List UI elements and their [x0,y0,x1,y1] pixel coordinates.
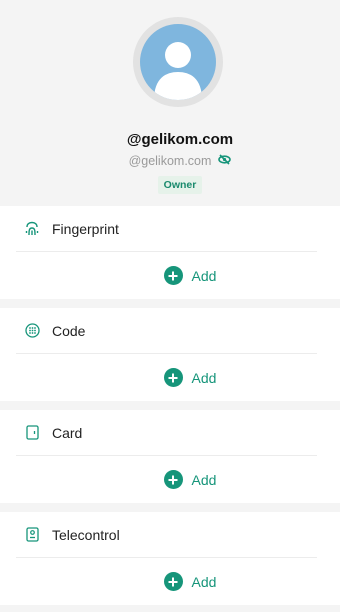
card-icon [24,425,40,441]
avatar[interactable] [133,17,223,107]
add-label: Add [191,573,217,590]
section-header: Telecontrol [16,512,317,558]
keypad-icon [24,323,40,339]
section-header: Card [16,410,317,456]
add-icon [163,470,183,489]
avatar-image [140,24,216,100]
add-card-button[interactable]: Add [0,456,340,503]
remote-icon [24,527,40,543]
section-title: Card [52,424,83,441]
add-label: Add [191,369,217,386]
section-fingerprint: Fingerprint Add [0,206,340,299]
add-label: Add [191,267,217,284]
section-code: Code Add [0,308,340,401]
add-icon [163,368,183,387]
profile-header: @gelikom.com @gelikom.com Owner [0,0,340,206]
section-card: Card Add [0,410,340,503]
add-icon [163,572,183,591]
hide-visibility-icon[interactable] [218,153,232,169]
user-silhouette-icon [154,42,202,100]
add-label: Add [191,471,217,488]
add-icon [163,266,183,285]
user-email-row: @gelikom.com [0,153,340,169]
user-email: @gelikom.com [128,154,212,168]
section-title: Code [52,322,86,339]
add-code-button[interactable]: Add [0,354,340,401]
section-header: Fingerprint [16,206,317,252]
section-telecontrol: Telecontrol Add [0,512,340,605]
role-badge: Owner [157,176,203,194]
section-header: Code [16,308,317,354]
add-fingerprint-button[interactable]: Add [0,252,340,299]
section-title: Fingerprint [52,220,119,237]
add-telecontrol-button[interactable]: Add [0,558,340,605]
user-name: @gelikom.com [126,131,234,148]
section-title: Telecontrol [52,526,120,543]
fingerprint-icon [24,221,40,237]
